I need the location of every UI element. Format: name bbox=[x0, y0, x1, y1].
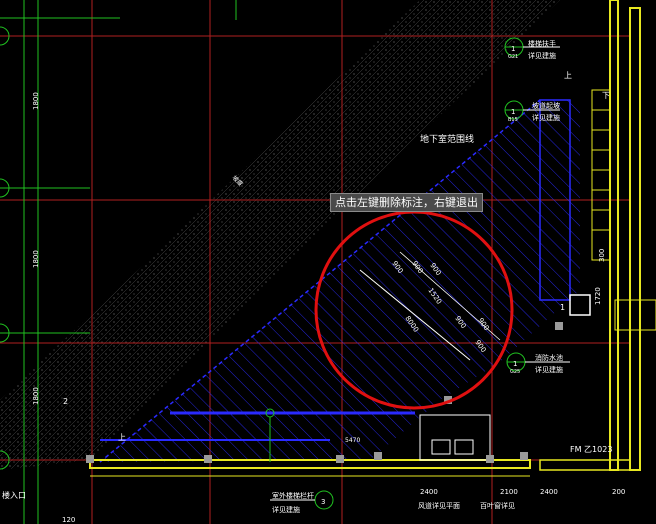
dim-200: 200 bbox=[612, 488, 625, 496]
command-tooltip: 点击左键删除标注，右键退出 bbox=[330, 193, 483, 212]
label-ramp-note: 坡道起坡 bbox=[532, 101, 560, 110]
dim-2400-a: 2400 bbox=[420, 488, 438, 496]
dim-2: 2 bbox=[63, 397, 68, 406]
label-see-detail-4: 详见建施 bbox=[272, 505, 300, 514]
label-basement-boundary: 地下室范围线 bbox=[420, 133, 474, 145]
small-dim: 5470 bbox=[345, 437, 360, 444]
label-stair-note: 楼梯扶手 bbox=[528, 39, 556, 48]
dim-2100: 2100 bbox=[500, 488, 518, 496]
dim-1800-b: 1800 bbox=[32, 250, 40, 268]
dim-1800-c: 1800 bbox=[32, 387, 40, 405]
marker-num-2: 1 bbox=[511, 108, 515, 116]
dim-300: 300 bbox=[598, 249, 606, 262]
marker-num-3: 1 bbox=[513, 360, 517, 368]
label-bottom-right-note: 百叶窗详见 bbox=[480, 501, 515, 510]
dim-2400-b: 2400 bbox=[540, 488, 558, 496]
label-bottom-left-note: 风道详见平面 bbox=[418, 501, 460, 510]
dim-1800-a: 1800 bbox=[32, 92, 40, 110]
marker-num-4: 3 bbox=[321, 498, 325, 506]
label-see-detail-3: 详见建施 bbox=[535, 365, 563, 374]
marker-num-1: 1 bbox=[511, 45, 515, 53]
marker-sub-2: B15 bbox=[508, 117, 518, 123]
label-outdoor-stairs: 室外楼梯栏杆 bbox=[272, 491, 314, 500]
dim-1: 1 bbox=[560, 303, 565, 312]
level-up-a: 上 bbox=[564, 71, 572, 80]
level-up-b: 上 bbox=[118, 433, 126, 442]
marker-sub-3: G25 bbox=[510, 369, 520, 375]
label-left-entrance: 楼入口 bbox=[2, 490, 26, 500]
cad-drawing-canvas[interactable]: 1 G21 1 B15 1 G25 3 楼梯扶手 详见建施 坡道起坡 详见建施 … bbox=[0, 0, 656, 524]
label-see-detail-1: 详见建施 bbox=[528, 51, 556, 60]
dim-1720: 1720 bbox=[594, 287, 602, 305]
marker-sub-1: G21 bbox=[508, 54, 518, 60]
label-fm-code: FM 乙1023 bbox=[570, 445, 612, 454]
label-fire-pool: 消防水池 bbox=[535, 353, 563, 362]
dim-120: 120 bbox=[62, 516, 75, 524]
label-see-detail-2: 详见建施 bbox=[532, 113, 560, 122]
level-down: 下 bbox=[602, 91, 610, 100]
